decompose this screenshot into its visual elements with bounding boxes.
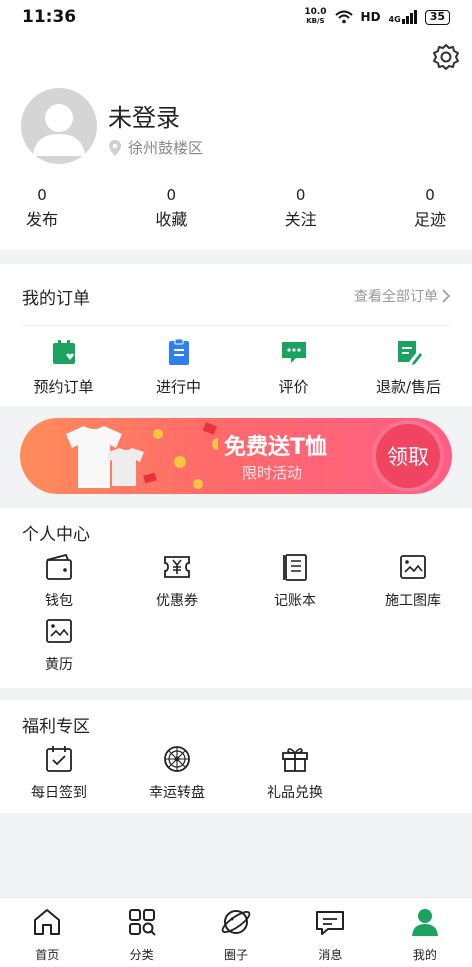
order-item-reserved[interactable]: 预约订单 bbox=[14, 338, 114, 397]
stat-footprints[interactable]: 0 足迹 bbox=[410, 186, 450, 230]
grid-item-daily-checkin[interactable]: 每日签到 bbox=[0, 744, 118, 808]
message-icon bbox=[316, 911, 345, 935]
category-icon bbox=[128, 909, 156, 936]
personal-center-grid: 钱包 优惠券 记账本 施工图库 黄历 bbox=[0, 552, 472, 680]
personal-center-section: 个人中心 钱包 优惠券 记账本 施工图库 黄历 bbox=[0, 508, 472, 688]
planet-icon bbox=[221, 910, 251, 934]
stat-favorites-count: 0 bbox=[166, 186, 177, 204]
order-item-reserved-label: 预约订单 bbox=[33, 378, 94, 396]
grid-item-wallet[interactable]: 钱包 bbox=[0, 552, 118, 616]
user-name[interactable]: 未登录 bbox=[108, 98, 180, 133]
grid-item-almanac-label: 黄历 bbox=[45, 657, 73, 673]
order-item-in-progress[interactable]: 进行中 bbox=[129, 338, 229, 397]
grid-item-gallery[interactable]: 施工图库 bbox=[354, 552, 472, 616]
nav-category[interactable]: 分类 bbox=[94, 898, 188, 967]
refund-edit-icon bbox=[397, 341, 422, 365]
nav-mine-label: 我的 bbox=[412, 948, 437, 962]
home-icon bbox=[34, 909, 61, 935]
default-avatar-icon bbox=[33, 104, 85, 156]
banner-title: 免费送T恤 bbox=[224, 435, 328, 460]
daily-checkin-icon bbox=[46, 746, 72, 772]
stat-footprints-label: 足迹 bbox=[413, 210, 446, 229]
grid-item-daily-checkin-label: 每日签到 bbox=[31, 785, 87, 801]
grid-item-coupon[interactable]: 优惠券 bbox=[118, 552, 236, 616]
stat-posts[interactable]: 0 发布 bbox=[22, 186, 62, 230]
almanac-icon bbox=[46, 619, 72, 643]
lucky-wheel-icon bbox=[164, 746, 190, 772]
banner-subtitle: 限时活动 bbox=[242, 464, 303, 482]
welfare-title: 福利专区 bbox=[22, 717, 90, 737]
battery-indicator: 35 bbox=[424, 9, 450, 25]
nav-messages[interactable]: 消息 bbox=[283, 898, 377, 967]
welfare-section: 福利专区 每日签到 幸运转盘 礼品兑换 bbox=[0, 700, 472, 813]
gift-icon bbox=[282, 748, 308, 772]
stat-following-label: 关注 bbox=[284, 210, 317, 229]
chevron-right-icon bbox=[442, 289, 450, 303]
location-text: 徐州鼓楼区 bbox=[128, 139, 204, 157]
orders-title: 我的订单 bbox=[22, 289, 90, 309]
stat-favorites-label: 收藏 bbox=[155, 210, 188, 229]
grid-item-gift-exchange-label: 礼品兑换 bbox=[267, 785, 323, 801]
nav-circle[interactable]: 圈子 bbox=[189, 898, 283, 967]
grid-item-gallery-label: 施工图库 bbox=[385, 593, 441, 609]
wifi-icon bbox=[334, 10, 353, 24]
grid-item-lucky-wheel[interactable]: 幸运转盘 bbox=[118, 744, 236, 808]
grid-item-lucky-wheel-label: 幸运转盘 bbox=[149, 785, 205, 801]
view-all-orders-link[interactable]: 查看全部订单 bbox=[354, 286, 450, 306]
view-all-orders-text: 查看全部订单 bbox=[354, 289, 438, 305]
chat-bubble-icon bbox=[281, 342, 306, 363]
stat-posts-count: 0 bbox=[37, 186, 47, 204]
order-items: 预约订单 进行中 评价 退款/售后 bbox=[0, 338, 472, 397]
gallery-icon bbox=[400, 555, 426, 579]
order-item-in-progress-label: 进行中 bbox=[155, 378, 201, 396]
bottom-nav: 首页 分类 圈子 消息 我的 bbox=[0, 897, 472, 967]
welfare-grid: 每日签到 幸运转盘 礼品兑换 bbox=[0, 744, 472, 808]
location-pin-icon bbox=[109, 139, 121, 156]
hd-indicator: HD bbox=[360, 10, 381, 24]
nav-messages-label: 消息 bbox=[318, 948, 343, 962]
orders-section: 我的订单 查看全部订单 预约订单 进行中 评价 退款/售后 bbox=[0, 264, 472, 406]
nav-home-label: 首页 bbox=[35, 948, 60, 962]
netspeed-indicator: 10.0 KB/S bbox=[304, 7, 327, 26]
order-item-refund-label: 退款/售后 bbox=[375, 378, 442, 396]
nav-circle-label: 圈子 bbox=[224, 948, 249, 962]
nav-home[interactable]: 首页 bbox=[0, 898, 94, 967]
stats-row: 0 发布 0 收藏 0 关注 0 足迹 bbox=[0, 186, 472, 230]
grid-item-ledger-label: 记账本 bbox=[274, 593, 316, 609]
order-item-review[interactable]: 评价 bbox=[244, 338, 344, 397]
signal-icon: 4G bbox=[389, 10, 417, 24]
divider bbox=[22, 325, 450, 326]
nav-category-label: 分类 bbox=[129, 948, 154, 962]
nav-mine[interactable]: 我的 bbox=[378, 898, 472, 967]
t-shirt-illustration bbox=[66, 422, 218, 489]
coupon-icon bbox=[164, 556, 190, 578]
stat-following[interactable]: 0 关注 bbox=[281, 186, 321, 230]
status-icons: 10.0 KB/S HD 4G 35 bbox=[304, 8, 450, 26]
stat-favorites[interactable]: 0 收藏 bbox=[151, 186, 191, 230]
grid-item-gift-exchange[interactable]: 礼品兑换 bbox=[236, 744, 354, 808]
order-item-review-label: 评价 bbox=[278, 378, 309, 396]
calendar-check-icon bbox=[52, 340, 75, 364]
avatar[interactable] bbox=[21, 88, 97, 164]
order-item-refund[interactable]: 退款/售后 bbox=[359, 338, 459, 397]
stat-posts-label: 发布 bbox=[25, 210, 58, 229]
stat-following-count: 0 bbox=[295, 186, 306, 204]
profile-section: 未登录 徐州鼓楼区 0 发布 0 收藏 0 关注 0 足迹 bbox=[0, 34, 472, 250]
settings-gear-icon[interactable] bbox=[430, 42, 462, 74]
stat-footprints-count: 0 bbox=[425, 186, 435, 204]
clipboard-icon bbox=[168, 338, 189, 365]
profile-icon bbox=[411, 909, 438, 936]
status-bar: 11:36 10.0 KB/S HD 4G 35 bbox=[0, 0, 472, 34]
grid-item-coupon-label: 优惠券 bbox=[156, 593, 198, 609]
grid-item-wallet-label: 钱包 bbox=[45, 593, 73, 609]
promo-banner[interactable]: 免费送T恤 限时活动 领取 bbox=[20, 418, 452, 494]
claim-button[interactable]: 领取 bbox=[376, 424, 440, 488]
location: 徐州鼓楼区 bbox=[108, 137, 203, 158]
wallet-icon bbox=[46, 553, 72, 580]
status-time: 11:36 bbox=[22, 7, 77, 27]
ledger-icon bbox=[283, 554, 307, 581]
grid-item-ledger[interactable]: 记账本 bbox=[236, 552, 354, 616]
personal-center-title: 个人中心 bbox=[22, 525, 90, 545]
grid-item-almanac[interactable]: 黄历 bbox=[0, 616, 118, 680]
